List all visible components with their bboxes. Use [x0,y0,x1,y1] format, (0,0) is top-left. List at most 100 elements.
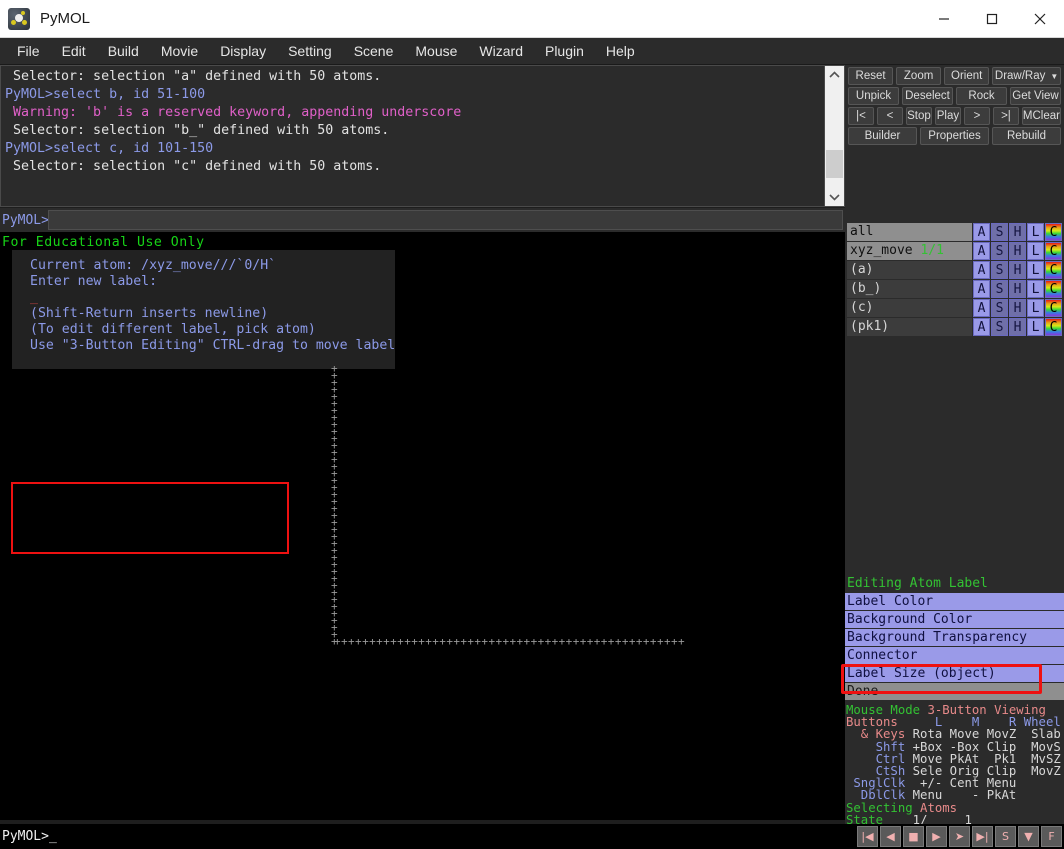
object-control-h-button[interactable]: H [1009,223,1026,241]
draw-ray-dropdown[interactable]: Draw/Ray ▼ [992,67,1061,85]
object-control-s-button[interactable]: S [991,280,1008,298]
deselect-button[interactable]: Deselect [902,87,953,105]
bottom-prompt[interactable]: PyMOL>_ [0,829,857,844]
object-name-pk1[interactable]: (pk1) [847,318,972,336]
pymol-logo-icon [8,7,30,30]
object-control-c-button[interactable]: C [1045,299,1062,317]
object-control-h-button[interactable]: H [1009,280,1026,298]
zoom-button[interactable]: Zoom [896,67,942,85]
popup-menu-item-background-color[interactable]: Background Color [845,611,1064,629]
movie-play-button[interactable]: Play [934,107,961,125]
object-control-a-button[interactable]: A [973,280,990,298]
builder-button[interactable]: Builder [848,127,917,145]
movie-go-end-button[interactable]: ▶| [972,826,993,847]
movie-last-button[interactable]: >| [992,107,1019,125]
rock-button[interactable]: Rock [956,87,1007,105]
console-scrollbar[interactable] [824,66,844,206]
object-name-b_[interactable]: (b_) [847,280,972,298]
object-control-l-button[interactable]: L [1027,280,1044,298]
popup-menu-item-label-size-object[interactable]: Label Size (object) [845,665,1064,683]
minimize-button[interactable] [920,0,968,38]
object-control-c-button[interactable]: C [1045,223,1062,241]
unpick-button[interactable]: Unpick [848,87,899,105]
object-name-a[interactable]: (a) [847,261,972,279]
menu-item-build[interactable]: Build [97,40,150,62]
orient-button[interactable]: Orient [944,67,990,85]
object-control-l-button[interactable]: L [1027,223,1044,241]
menu-item-help[interactable]: Help [595,40,646,62]
object-row[interactable]: xyz_move 1/1 A S H L C [847,242,1062,260]
menu-item-plugin[interactable]: Plugin [534,40,595,62]
movie-stop-button[interactable]: ■ [903,826,924,847]
rebuild-button[interactable]: Rebuild [992,127,1061,145]
menu-item-movie[interactable]: Movie [150,40,209,62]
menu-item-edit[interactable]: Edit [51,40,97,62]
object-control-c-button[interactable]: C [1045,318,1062,336]
object-control-a-button[interactable]: A [973,318,990,336]
movie-first-button[interactable]: |< [848,107,874,125]
scroll-down-icon[interactable] [825,188,844,206]
menu-item-wizard[interactable]: Wizard [468,40,534,62]
maximize-button[interactable] [968,0,1016,38]
popup-menu-item-background-transparency[interactable]: Background Transparency [845,629,1064,647]
object-control-s-button[interactable]: S [991,261,1008,279]
popup-menu-item-connector[interactable]: Connector [845,647,1064,665]
movie-dropdown-button[interactable]: ▼ [1018,826,1039,847]
object-row[interactable]: (a) A S H L C [847,261,1062,279]
movie-frame-button[interactable]: F [1041,826,1062,847]
object-control-l-button[interactable]: L [1027,261,1044,279]
scrollbar-track[interactable] [825,84,844,188]
scroll-up-icon[interactable] [825,66,844,84]
movie-step-back-button[interactable]: ◀ [880,826,901,847]
popup-menu-item-done[interactable]: Done [845,683,1064,701]
object-control-s-button[interactable]: S [991,242,1008,260]
menu-item-mouse[interactable]: Mouse [404,40,468,62]
object-control-l-button[interactable]: L [1027,318,1044,336]
object-control-l-button[interactable]: L [1027,299,1044,317]
movie-step-forward-button[interactable]: ➤ [949,826,970,847]
close-button[interactable] [1016,0,1064,38]
object-row[interactable]: (b_) A S H L C [847,280,1062,298]
object-control-h-button[interactable]: H [1009,299,1026,317]
object-row[interactable]: all A S H L C [847,223,1062,241]
movie-play-button[interactable]: ▶ [926,826,947,847]
object-control-h-button[interactable]: H [1009,318,1026,336]
movie-rewind-start-button[interactable]: |◀ [857,826,878,847]
object-control-a-button[interactable]: A [973,261,990,279]
object-control-c-button[interactable]: C [1045,280,1062,298]
popup-menu-item-label-color[interactable]: Label Color [845,593,1064,611]
menu-item-scene[interactable]: Scene [343,40,405,62]
menu-item-setting[interactable]: Setting [277,40,343,62]
object-control-c-button[interactable]: C [1045,261,1062,279]
object-label: (pk1) [850,319,890,334]
object-control-h-button[interactable]: H [1009,242,1026,260]
movie-stop-button[interactable]: Stop [905,107,932,125]
object-row[interactable]: (pk1) A S H L C [847,318,1062,336]
object-control-s-button[interactable]: S [991,318,1008,336]
object-control-l-button[interactable]: L [1027,242,1044,260]
menu-item-file[interactable]: File [6,40,51,62]
menu-item-display[interactable]: Display [209,40,277,62]
object-name-c[interactable]: (c) [847,299,972,317]
movie-next-button[interactable]: > [963,107,990,125]
object-control-s-button[interactable]: S [991,223,1008,241]
3d-viewport[interactable]: For Educational Use Only Current atom: /… [0,232,845,820]
mclear-button[interactable]: MClear [1021,107,1061,125]
movie-prev-button[interactable]: < [876,107,903,125]
object-control-c-button[interactable]: C [1045,242,1062,260]
reset-button[interactable]: Reset [848,67,894,85]
command-input[interactable] [48,210,843,230]
movie-scene-button[interactable]: S [995,826,1016,847]
object-name-xyz_move[interactable]: xyz_move 1/1 [847,242,972,260]
object-control-a-button[interactable]: A [973,242,990,260]
object-row[interactable]: (c) A S H L C [847,299,1062,317]
atom-marker: + [565,635,573,648]
get-view-button[interactable]: Get View [1010,87,1061,105]
scrollbar-thumb[interactable] [826,150,843,178]
properties-button[interactable]: Properties [920,127,989,145]
object-control-a-button[interactable]: A [973,299,990,317]
object-control-a-button[interactable]: A [973,223,990,241]
object-control-h-button[interactable]: H [1009,261,1026,279]
object-control-s-button[interactable]: S [991,299,1008,317]
object-name-all[interactable]: all [847,223,972,241]
